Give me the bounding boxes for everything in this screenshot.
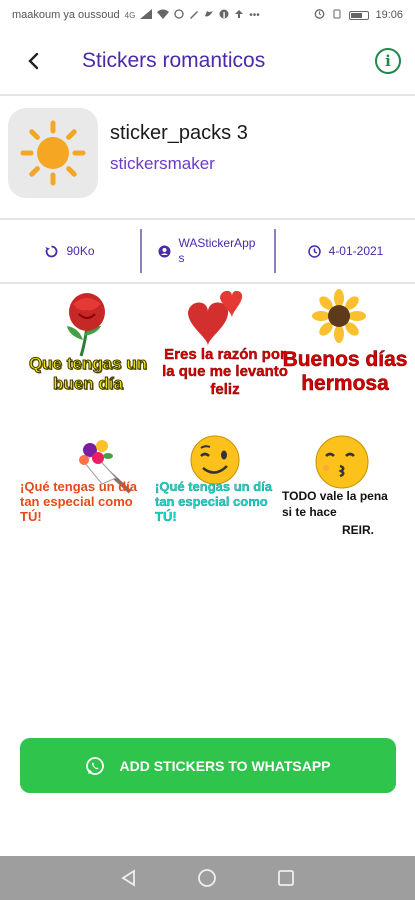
sticker-2[interactable]: Eres la razón por la que me levanto feli…	[150, 288, 290, 426]
pack-size-label: 90Ko	[66, 244, 95, 258]
refresh-icon	[45, 245, 58, 257]
sticker-grid: Que tengas un buen día Eres la razón por…	[0, 288, 415, 568]
signal-icon	[140, 8, 153, 22]
pack-publisher[interactable]: WAStickerApps	[140, 229, 276, 273]
pack-size: 90Ko	[0, 229, 140, 273]
facebook-notification-icon	[219, 9, 229, 22]
sticker-1-caption: Que tengas un buen día	[28, 353, 148, 393]
pack-info-row: 90Ko WAStickerApps 4-01-2021	[0, 222, 415, 280]
battery-icon	[349, 10, 370, 20]
sun-icon	[20, 120, 86, 186]
header-divider	[0, 94, 415, 96]
sticker-4-caption: ¡Qué tengas un día tan especial como TÚ!	[20, 479, 138, 524]
status-bar: maakoum ya oussoud 4G ••• 19:06	[0, 0, 415, 30]
kiss-emoji-icon	[315, 435, 369, 489]
clock: 19:06	[375, 9, 403, 21]
sticker-1[interactable]: Que tengas un buen día	[15, 288, 155, 426]
sticker-5-caption: ¡Qué tengas un día tan especial como TÚ!	[155, 479, 273, 524]
pack-divider	[0, 218, 415, 220]
pack-publisher-label: WAStickerApps	[178, 236, 256, 265]
nav-back-button[interactable]	[117, 866, 141, 890]
edit-notification-icon	[189, 9, 199, 22]
sticker-6-caption-line3: REIR.	[342, 523, 375, 537]
pack-date-label: 4-01-2021	[328, 244, 384, 258]
pack-name: sticker_packs 3	[110, 122, 248, 144]
triangle-back-icon	[121, 869, 136, 887]
pack-author: stickersmaker	[110, 154, 215, 173]
sunflower-icon	[312, 289, 366, 343]
sticker-4[interactable]: ¡Qué tengas un día tan especial como TÚ!	[20, 434, 158, 572]
rose-icon	[67, 293, 105, 357]
whatsapp-notification-icon	[174, 8, 184, 22]
page-title: Stickers romanticos	[82, 49, 266, 72]
network-type: 4G	[124, 10, 136, 20]
more-notifications-icon: •••	[249, 9, 260, 21]
info-divider	[0, 282, 415, 284]
nav-home-button[interactable]	[195, 866, 219, 890]
pack-date: 4-01-2021	[276, 229, 415, 273]
wifi-icon	[157, 9, 170, 22]
clock-icon	[307, 244, 321, 258]
twitter-notification-icon	[204, 9, 214, 22]
hearts-icon	[188, 290, 243, 346]
status-left: maakoum ya oussoud 4G •••	[12, 8, 260, 22]
vibrate-icon	[331, 9, 343, 22]
sticker-6-caption-line2: si te hace	[282, 505, 337, 519]
nav-recents-button[interactable]	[274, 866, 298, 890]
whatsapp-icon	[86, 756, 105, 775]
alarm-icon	[314, 8, 325, 22]
sticker-3-caption: Buenos días hermosa	[282, 348, 408, 396]
pack-tray-image	[8, 108, 98, 198]
add-to-whatsapp-button[interactable]: ADD STICKERS TO WHATSAPP	[20, 738, 396, 793]
back-arrow-icon	[28, 52, 39, 70]
system-nav-bar	[0, 856, 415, 900]
carrier-name: maakoum ya oussoud	[12, 9, 120, 21]
status-right: 19:06	[314, 8, 403, 22]
circle-home-icon	[198, 869, 217, 887]
sticker-5[interactable]: ¡Qué tengas un día tan especial como TÚ!	[155, 434, 293, 572]
sticker-6[interactable]: TODO vale la pena si te hace REIR.	[280, 434, 414, 572]
sticker-6-caption-line1: TODO vale la pena	[282, 489, 388, 503]
sticker-2-caption: Eres la razón por la que me levanto feli…	[162, 346, 288, 398]
add-to-whatsapp-label: ADD STICKERS TO WHATSAPP	[119, 757, 331, 774]
back-button[interactable]	[14, 41, 54, 81]
info-button[interactable]: i	[375, 48, 401, 74]
pack-header: sticker_packs 3 stickersmaker	[0, 104, 415, 204]
square-recents-icon	[277, 870, 294, 886]
upload-notification-icon	[234, 9, 244, 22]
sticker-3[interactable]: Buenos días hermosa	[276, 288, 414, 426]
account-icon	[158, 245, 170, 257]
app-bar: Stickers romanticos i	[0, 36, 415, 86]
info-icon: i	[385, 52, 391, 70]
